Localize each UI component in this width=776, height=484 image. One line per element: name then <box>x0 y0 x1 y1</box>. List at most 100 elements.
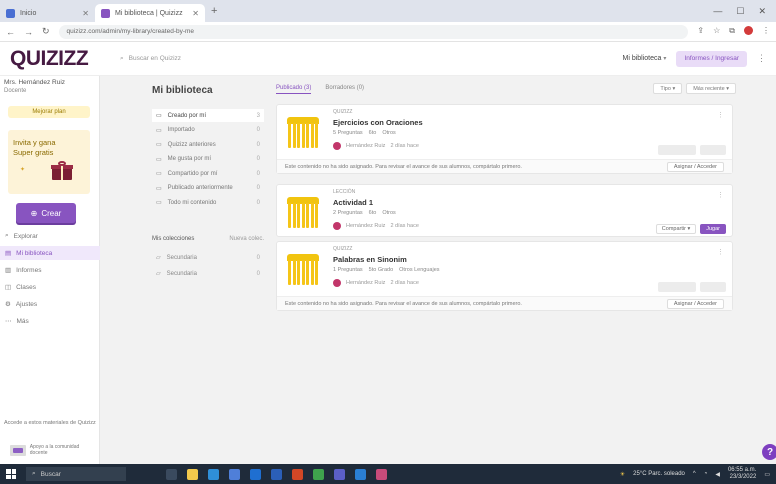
taskbar-clock[interactable]: 06:55 a.m. 23/3/2022 <box>728 467 756 481</box>
back-icon[interactable]: ← <box>6 27 15 37</box>
window-close-icon[interactable]: ✕ <box>758 6 766 17</box>
sparkle-icon: ✦ <box>20 167 26 173</box>
browser-tab-quizizz[interactable]: Mi biblioteca | Quizizz ✕ <box>95 4 205 22</box>
url-field[interactable]: quizizz.com/admin/my-library/created-by-… <box>58 24 689 39</box>
new-collection-button[interactable]: Nueva colec. <box>229 236 264 242</box>
sidebar-item-1[interactable]: ▤ Mi biblioteca <box>0 246 100 260</box>
card-age: 2 días hace <box>390 280 419 286</box>
filter-count: 0 <box>256 127 260 133</box>
nav-library-link[interactable]: Mi biblioteca <box>623 55 662 62</box>
word-icon[interactable] <box>271 468 282 480</box>
tab-1[interactable]: Borradores (0) <box>325 85 364 94</box>
upgrade-plan-button[interactable]: Mejorar plan <box>8 106 90 118</box>
content-card[interactable]: QUIZIZZ Palabras en Sinonim 1 Preguntas 5to… <box>276 241 733 311</box>
extensions-icon[interactable]: ⧉ <box>729 26 735 37</box>
sidebar-footer-text[interactable]: Accede a estos materiales de Quizizz <box>4 420 96 427</box>
reload-icon[interactable]: ↻ <box>42 26 50 37</box>
sidebar-item-5[interactable]: ⋯ Más <box>0 314 100 328</box>
help-button[interactable]: ? <box>762 444 776 460</box>
sort-dropdown[interactable]: Más reciente ▾ <box>686 83 736 94</box>
teams-icon[interactable] <box>334 468 345 480</box>
chrome-icon[interactable] <box>313 468 324 480</box>
disabled-button <box>658 145 696 155</box>
sidebar-partner[interactable]: Apoyo a la comunidad docente <box>10 442 90 458</box>
assign-button[interactable]: Asignar / Acceder <box>666 298 724 309</box>
weather-status[interactable]: 25°C Parc. soleado <box>633 471 685 477</box>
share-icon[interactable]: ⇪ <box>697 26 704 37</box>
sidebar-item-2[interactable]: ▥ Informes <box>0 263 100 277</box>
sidebar-item-label: Informes <box>16 266 42 274</box>
avatar <box>333 279 341 287</box>
maximize-icon[interactable]: ☐ <box>736 6 744 17</box>
card-title[interactable]: Palabras en Sinonim <box>333 255 407 264</box>
menu-icon[interactable]: ⋮ <box>762 26 770 37</box>
sidebar-item-4[interactable]: ⚙ Ajustes <box>0 297 100 311</box>
content-card[interactable]: LECCIÓN Actividad 1 2 Preguntas 6to Otros Her… <box>276 184 733 237</box>
content-card[interactable]: QUIZIZZ Ejercicios con Oraciones 5 Pregunt… <box>276 104 733 174</box>
photos-icon[interactable] <box>355 468 366 480</box>
page-title: Mi biblioteca <box>152 85 213 96</box>
sort-tools: Tipo ▾ Más reciente ▾ <box>653 83 736 94</box>
create-button[interactable]: ⊕ Crear <box>16 203 76 223</box>
filter-item[interactable]: ▭ Todo mi contenido 0 <box>152 196 264 209</box>
filter-item[interactable]: ▭ Me gusta por mí 0 <box>152 153 264 166</box>
browser-tab-inicio[interactable]: Inicio ✕ <box>0 4 95 22</box>
search-bar[interactable]: ⌕ Buscar en Quizizz <box>120 51 290 67</box>
library-icon: ▤ <box>5 250 12 257</box>
sidebar-item-3[interactable]: ◫ Clases <box>0 280 100 294</box>
close-icon[interactable]: ✕ <box>82 9 89 18</box>
new-tab-icon[interactable]: + <box>211 5 217 17</box>
notification-icon[interactable]: ▭ <box>764 471 770 478</box>
more-icon[interactable]: ⋮ <box>757 53 766 64</box>
close-icon[interactable]: ✕ <box>192 9 199 18</box>
bookmark-icon[interactable]: ☆ <box>713 26 720 37</box>
filter-item[interactable]: ▭ Compartido por mí 0 <box>152 167 264 180</box>
quiz-thumbnail <box>287 254 319 286</box>
filter-item[interactable]: ▭ Publicado anteriormente 0 <box>152 182 264 195</box>
edge-icon[interactable] <box>208 468 219 480</box>
minimize-icon[interactable]: — <box>713 6 722 17</box>
more-options-icon[interactable]: ⋮ <box>717 111 724 119</box>
referral-promo[interactable]: Invita y gana Super gratis ✦ <box>8 130 90 194</box>
file-explorer-icon[interactable] <box>187 468 198 480</box>
collection-item[interactable]: ▱ Secundaria 0 <box>152 267 264 280</box>
more-options-icon[interactable]: ⋮ <box>717 248 724 256</box>
app-icon[interactable] <box>376 468 387 480</box>
taskbar-search[interactable]: ⌕ Buscar <box>26 467 126 481</box>
sidebar-item-label: Explorar <box>13 232 38 240</box>
share-button[interactable]: Compartir ▾ <box>655 224 697 234</box>
more-options-icon[interactable]: ⋮ <box>717 191 724 199</box>
quizizz-logo[interactable]: QUIZIZZ <box>10 47 120 71</box>
create-label: Crear <box>41 208 62 218</box>
tab-0[interactable]: Publicado (3) <box>276 85 312 94</box>
profile-icon[interactable] <box>744 26 753 37</box>
assign-button[interactable]: Asignar / Acceder <box>666 161 724 172</box>
filter-item[interactable]: ▭ Importado 0 <box>152 124 264 137</box>
card-footer-text: Este contenido no ha sido asignado. Para… <box>285 300 522 307</box>
card-title[interactable]: Actividad 1 <box>333 198 373 207</box>
filter-item[interactable]: ▭ Quizizz anteriores 0 <box>152 138 264 151</box>
windows-taskbar: ⌕ Buscar ☀ 25°C Parc. soleado ^ ◔ ◀ 06:5… <box>0 464 776 484</box>
user-name[interactable]: Mrs. Hernández Ruiz <box>4 79 94 86</box>
sidebar-item-0[interactable]: ⌕ Explorar <box>0 229 100 243</box>
type-filter-dropdown[interactable]: Tipo ▾ <box>653 83 683 94</box>
powerpoint-icon[interactable] <box>292 468 303 480</box>
card-title[interactable]: Ejercicios con Oraciones <box>333 118 423 127</box>
weather-icon[interactable]: ☀ <box>620 471 625 478</box>
forward-icon[interactable]: → <box>24 27 33 37</box>
collection-item[interactable]: ▱ Secundaria 0 <box>152 251 264 264</box>
search-icon: ⌕ <box>32 470 36 477</box>
volume-icon[interactable]: ◀ <box>715 471 720 478</box>
author-name: Hernández Ruiz <box>346 280 386 286</box>
reports-button[interactable]: Informes / Ingresar <box>676 50 747 67</box>
filter-item[interactable]: ▭ Creado por mí 3 <box>152 109 264 122</box>
store-icon[interactable] <box>229 468 240 480</box>
wifi-icon[interactable]: ◔ <box>704 471 708 477</box>
play-button[interactable]: Jugar <box>700 224 726 234</box>
tray-arrow-icon[interactable]: ^ <box>693 471 696 477</box>
mail-icon[interactable] <box>250 468 261 480</box>
filter-label: Publicado anteriormente <box>167 185 233 191</box>
filter-count: 0 <box>256 170 260 177</box>
windows-start-icon[interactable] <box>6 469 16 479</box>
taskview-icon[interactable] <box>166 468 177 480</box>
